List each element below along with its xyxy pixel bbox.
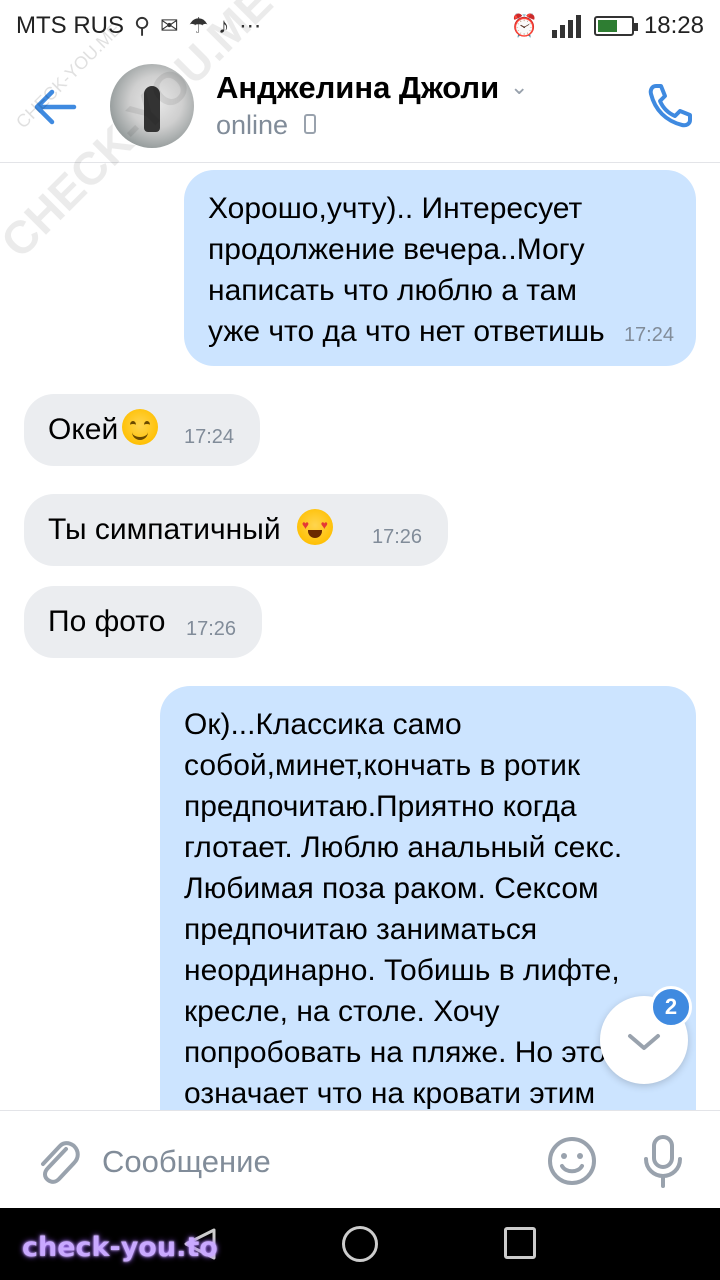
message-text: По фото [48,605,166,638]
compose-bar [0,1110,720,1209]
message-input[interactable] [100,1131,524,1193]
battery-level [597,20,618,32]
chevron-down-icon[interactable]: ⌄ [510,74,528,100]
message-incoming[interactable]: Ты симпатичный ♥ ♥ 17:26 [24,494,448,566]
message-outgoing[interactable]: Хорошо,учту).. Интересует продолжение ве… [184,170,696,366]
contact-status: online [216,110,289,140]
phone-call-icon[interactable] [642,78,698,134]
message-time: 17:24 [623,324,674,346]
contact-name[interactable]: Анджелина Джоли [216,70,499,106]
status-right: ⏰ 18:28 [511,12,704,40]
mail-icon: ✉ [160,13,179,38]
search-icon: ⚲ [134,13,151,38]
nav-recent-apps-icon[interactable] [504,1227,536,1259]
message-text: Хорошо,учту).. Интересует продолжение ве… [208,192,605,348]
nav-home-icon[interactable] [342,1226,378,1262]
clock: 18:28 [643,12,704,39]
alarm-icon: ⏰ [510,13,538,38]
smiling-face-icon [122,409,159,445]
watermark-bottom: check-you.to [22,1232,218,1263]
message-incoming[interactable]: По фото 17:26 [24,586,262,658]
message-text: Окей [48,413,119,446]
paperclip-icon[interactable] [34,1135,82,1187]
message-time: 17:24 [184,426,235,448]
unread-count-badge: 2 [650,986,692,1028]
microphone-icon[interactable] [638,1131,688,1191]
message-text: Ты симпатичный [48,513,281,546]
message-text: Ок)...Классика само собой,минет,кончать … [184,708,648,1110]
battery-icon [593,16,638,36]
message-time: 17:26 [372,526,423,548]
emoji-picker-icon[interactable] [546,1135,598,1187]
message-incoming[interactable]: Окей 17:24 [24,394,260,466]
mobile-device-icon [304,114,316,134]
signal-icon [551,15,581,38]
heart-eyes-face-icon: ♥ ♥ [296,509,333,545]
message-time: 17:26 [186,618,237,640]
